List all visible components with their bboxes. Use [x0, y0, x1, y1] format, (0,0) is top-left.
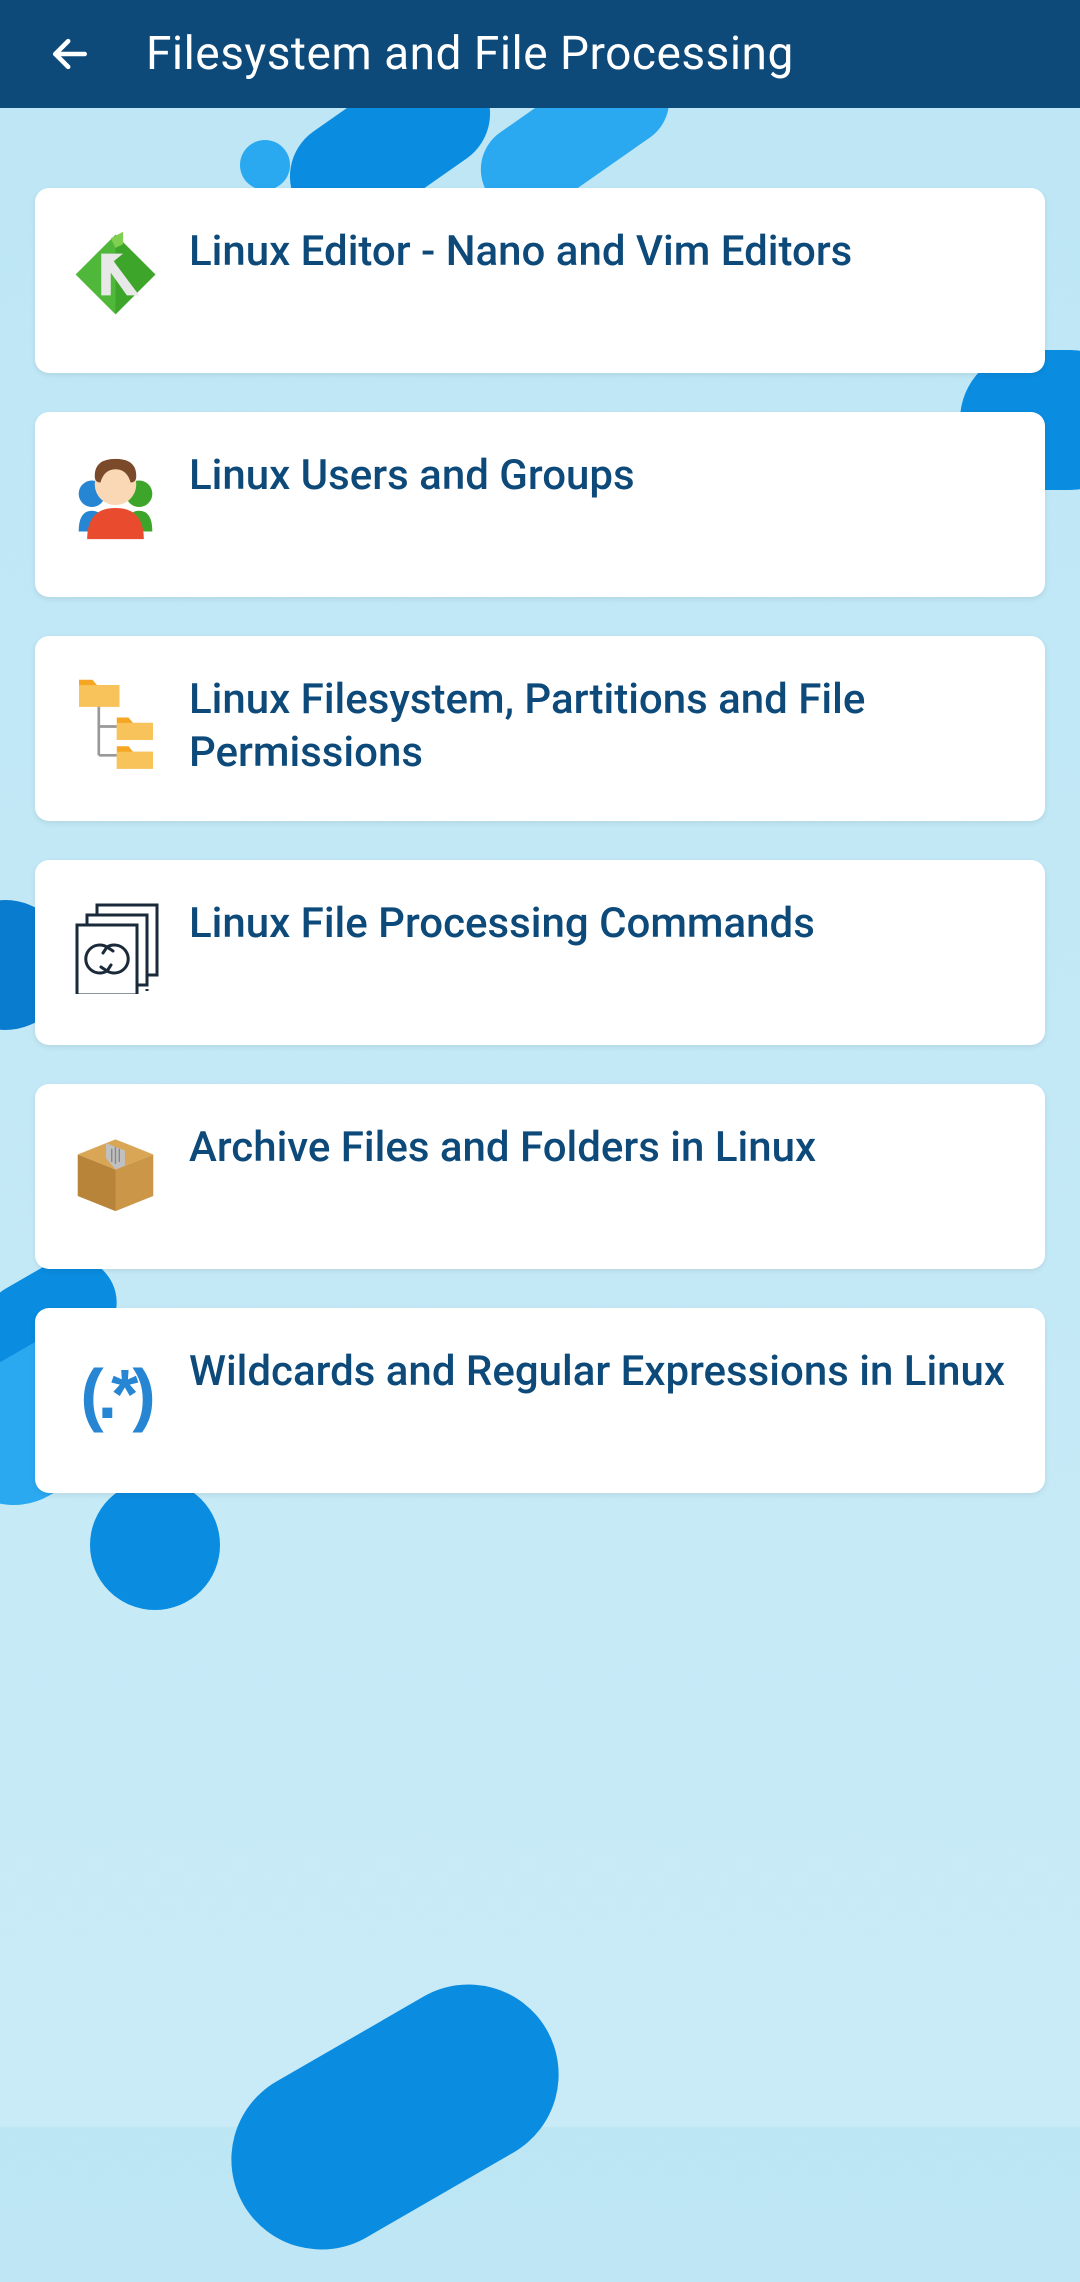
page-title: Filesystem and File Processing: [146, 27, 794, 81]
filesystem-icon: [65, 672, 165, 772]
file-processing-icon: [65, 896, 165, 996]
list-item-label: Archive Files and Folders in Linux: [189, 1120, 816, 1175]
list-item-regex[interactable]: (.*) Wildcards and Regular Expressions i…: [35, 1308, 1045, 1493]
regex-icon: (.*): [65, 1344, 165, 1444]
list-item-users[interactable]: Linux Users and Groups: [35, 412, 1045, 597]
list-item-label: Linux Users and Groups: [189, 448, 635, 503]
list-item-label: Linux Filesystem, Partitions and File Pe…: [189, 672, 1015, 779]
editor-icon: [65, 224, 165, 324]
list-item-label: Linux File Processing Commands: [189, 896, 815, 951]
back-button[interactable]: [40, 24, 100, 84]
content-list: Linux Editor - Nano and Vim Editors Linu…: [0, 108, 1080, 1493]
bg-decoration: [90, 1480, 220, 1610]
back-arrow-icon: [48, 32, 92, 76]
list-item-label: Wildcards and Regular Expressions in Lin…: [189, 1344, 1005, 1399]
list-item-editor[interactable]: Linux Editor - Nano and Vim Editors: [35, 188, 1045, 373]
app-header: Filesystem and File Processing: [0, 0, 1080, 108]
list-item-label: Linux Editor - Nano and Vim Editors: [189, 224, 852, 279]
list-item-filesystem[interactable]: Linux Filesystem, Partitions and File Pe…: [35, 636, 1045, 821]
list-item-archive[interactable]: Archive Files and Folders in Linux: [35, 1084, 1045, 1269]
users-icon: [65, 448, 165, 548]
list-item-processing[interactable]: Linux File Processing Commands: [35, 860, 1045, 1045]
bg-decoration: [198, 1952, 591, 2282]
archive-icon: [65, 1120, 165, 1220]
